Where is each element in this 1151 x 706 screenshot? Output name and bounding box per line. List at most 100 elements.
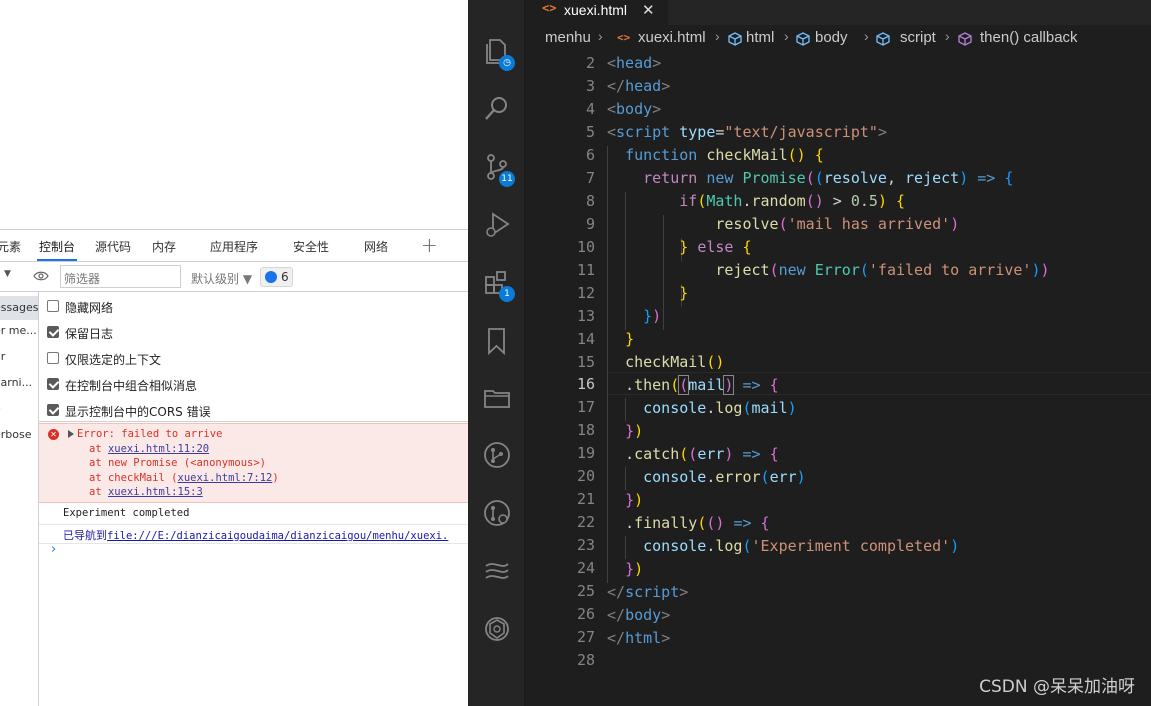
context-dropdown-icon[interactable]: ▼ <box>4 269 11 279</box>
sidebar-item-label: essages <box>0 301 39 314</box>
stack-frame: at xuexi.html:15:3 <box>89 486 203 498</box>
menu-icon[interactable] <box>482 0 512 24</box>
editor-tab-bar: <> xuexi.html ✕ <box>525 0 1151 25</box>
console-output: ✕ Error: failed to arrive at xuexi.html:… <box>39 423 468 706</box>
code-line-12: } <box>679 284 689 302</box>
code-line-26: </body> <box>607 606 671 624</box>
nav-url-link[interactable]: file:///E:/dianzicaigoudaima/dianzicaigo… <box>107 530 448 542</box>
folder-icon[interactable] <box>482 383 512 413</box>
stack-prefix: at checkMail ( <box>89 472 178 484</box>
tab-sources[interactable]: 源代码 <box>95 238 131 255</box>
stack-link[interactable]: xuexi.html:11:20 <box>108 443 209 455</box>
code-line-19: .catch((err) => { <box>625 445 779 463</box>
console-prompt-icon[interactable]: › <box>51 542 56 557</box>
code-line-24: }) <box>625 560 644 578</box>
activity-bar: ◷ 11 1 <box>468 0 525 706</box>
breadcrumb-body[interactable]: body <box>815 29 848 46</box>
divider <box>39 524 468 525</box>
git-graph-icon[interactable] <box>482 440 512 470</box>
line-number: 22 <box>576 513 595 531</box>
line-number: 18 <box>576 421 595 439</box>
sidebar-item-info[interactable]: o <box>0 402 7 415</box>
clock-badge-icon: ◷ <box>499 55 515 71</box>
stack-frame: at checkMail (xuexi.html:7:12) <box>89 472 279 484</box>
chatgpt-icon[interactable] <box>482 614 512 644</box>
add-tab-icon[interactable]: + <box>421 233 438 257</box>
code-line-27: </html> <box>607 629 671 647</box>
line-number: 3 <box>585 77 595 95</box>
stack-link[interactable]: xuexi.html:15:3 <box>108 486 203 498</box>
nav-prefix: 已导航到 <box>63 529 107 542</box>
checkbox[interactable] <box>47 352 59 364</box>
bookmark-icon[interactable] <box>482 326 512 356</box>
search-icon[interactable] <box>482 94 512 124</box>
line-number: 4 <box>585 100 595 118</box>
line-number: 21 <box>576 490 595 508</box>
log-level-dropdown[interactable]: 默认级别 ▼ <box>191 270 252 287</box>
line-number: 20 <box>576 467 595 485</box>
chevron-right-icon: › <box>784 28 789 44</box>
console-filter-input[interactable]: 筛选器 <box>60 265 181 288</box>
console-settings-panel: 隐藏网络 保留日志 仅限选定的上下文 在控制台中组合相似消息 显示控制台中的CO… <box>39 292 468 422</box>
tab-security[interactable]: 安全性 <box>293 238 329 255</box>
tab-network[interactable]: 网络 <box>364 238 388 255</box>
live-expression-eye-icon[interactable] <box>33 270 49 282</box>
checkbox[interactable] <box>47 300 59 312</box>
html-element-icon <box>728 32 742 46</box>
remote-explorer-icon[interactable] <box>482 556 512 586</box>
stack-prefix: at <box>89 486 108 498</box>
breadcrumb-file[interactable]: xuexi.html <box>638 29 706 46</box>
sidebar-item-messages[interactable]: essages <box>0 296 38 320</box>
script-element-icon <box>876 32 890 46</box>
breadcrumb-folder[interactable]: menhu <box>545 29 591 46</box>
code-editor[interactable]: <head> </head> <body> <script type="text… <box>607 52 1151 706</box>
console-toolbar: ▼ 筛选器 默认级别 ▼ 6 <box>0 262 468 292</box>
tab-xuexi-html[interactable]: <> xuexi.html ✕ <box>525 0 668 25</box>
code-line-21: }) <box>625 491 644 509</box>
breadcrumb-html[interactable]: html <box>746 29 774 46</box>
sidebar-item-warnings[interactable]: varni... <box>0 376 38 389</box>
tab-application[interactable]: 应用程序 <box>210 238 258 255</box>
checkbox[interactable] <box>47 378 59 390</box>
stack-frame: at xuexi.html:11:20 <box>89 443 209 455</box>
divider <box>39 543 468 544</box>
code-line-14: } <box>625 330 635 348</box>
devtools-panel: 元素 控制台 源代码 内存 应用程序 安全性 网络 + ▼ 筛选器 默认级别 ▼… <box>0 229 468 706</box>
code-line-20: console.error(err) <box>643 468 806 486</box>
line-number: 5 <box>585 123 595 141</box>
setting-label: 显示控制台中的CORS 错误 <box>65 405 211 419</box>
console-log-message: Experiment completed <box>63 507 190 519</box>
gitlens-icon[interactable] <box>482 498 512 528</box>
line-number: 11 <box>576 261 595 279</box>
browser-window: 元素 控制台 源代码 内存 应用程序 安全性 网络 + ▼ 筛选器 默认级别 ▼… <box>0 0 468 706</box>
vscode-window: ◷ 11 1 <> xuexi.html ✕ menhu › <> xuexi.… <box>468 0 1151 706</box>
line-number: 9 <box>585 215 595 233</box>
source-control-badge: 11 <box>499 171 515 187</box>
setting-label: 仅限选定的上下文 <box>65 353 162 367</box>
breadcrumb: menhu › <> xuexi.html › html › body › sc… <box>525 25 1151 52</box>
run-debug-icon[interactable] <box>482 210 512 240</box>
line-number: 27 <box>576 628 595 646</box>
line-number: 26 <box>576 605 595 623</box>
breadcrumb-script[interactable]: script <box>900 29 936 46</box>
body-element-icon <box>796 32 810 46</box>
code-line-18: }) <box>625 422 644 440</box>
sidebar-item-verbose[interactable]: erbose <box>0 428 38 441</box>
breadcrumb-callback[interactable]: then() callback <box>980 29 1078 46</box>
sidebar-item-label: er me... <box>0 324 37 337</box>
setting-label: 隐藏网络 <box>65 301 114 315</box>
expand-triangle-icon[interactable] <box>68 430 74 438</box>
tab-elements[interactable]: 元素 <box>0 238 21 255</box>
stack-link[interactable]: xuexi.html:7:12 <box>178 472 273 484</box>
sidebar-item-errors[interactable]: or <box>0 350 11 363</box>
tab-memory[interactable]: 内存 <box>152 238 176 255</box>
issues-badge[interactable]: 6 <box>260 267 293 287</box>
tab-console[interactable]: 控制台 <box>36 238 78 261</box>
sidebar-item-user-messages[interactable]: er me... <box>0 324 38 337</box>
close-icon[interactable]: ✕ <box>642 1 655 19</box>
line-number: 24 <box>576 559 595 577</box>
code-line-11: reject(new Error('failed to arrive')) <box>715 261 1050 279</box>
checkbox[interactable] <box>47 326 59 338</box>
checkbox[interactable] <box>47 404 59 416</box>
code-line-25: </script> <box>607 583 689 601</box>
